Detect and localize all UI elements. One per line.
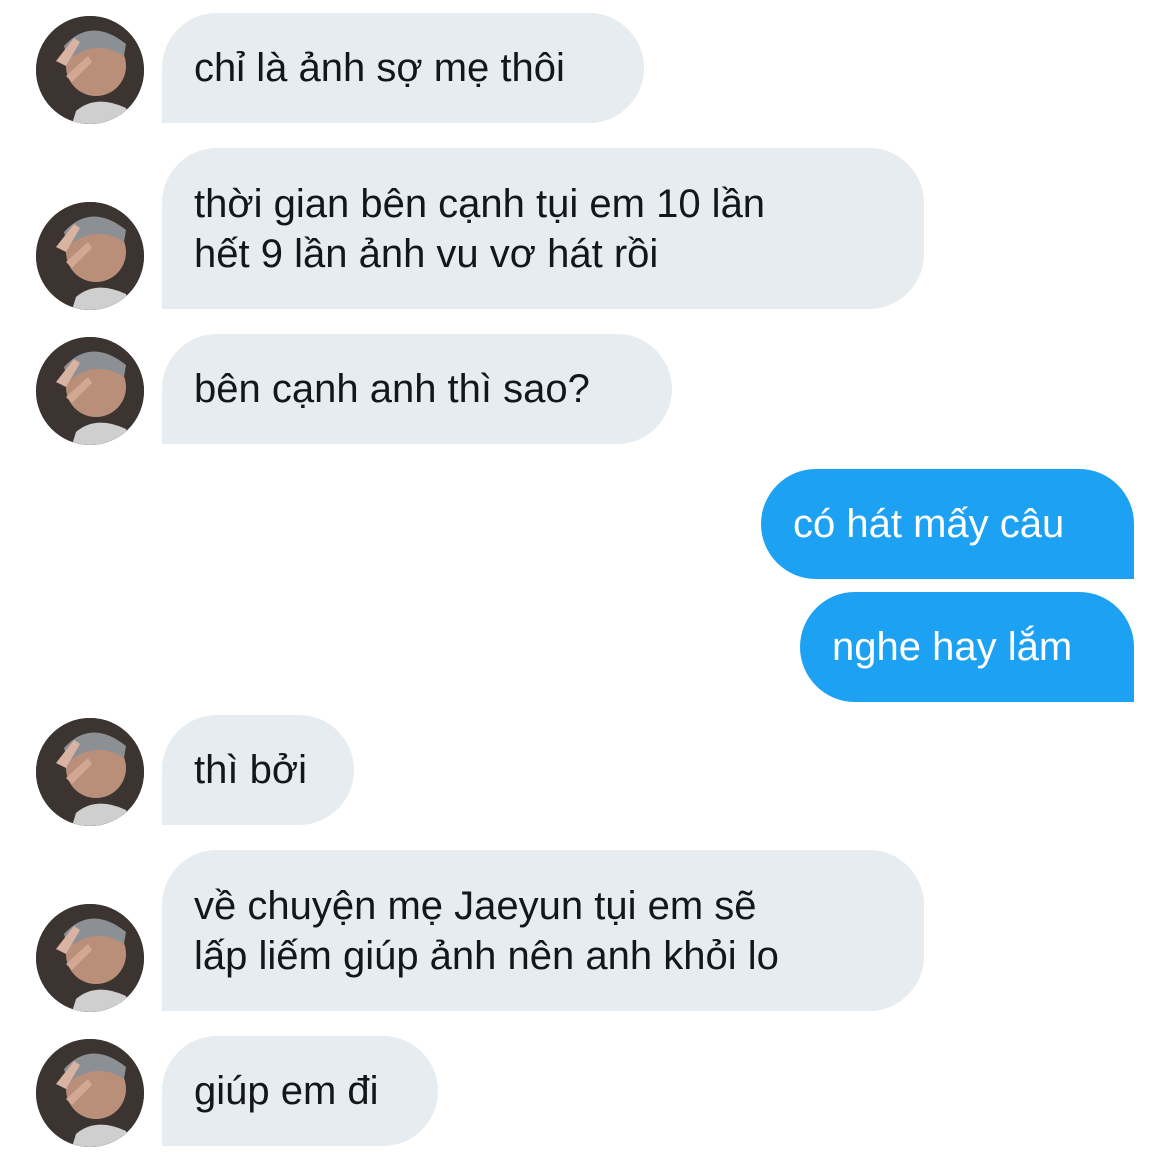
avatar-photo-icon	[36, 1039, 144, 1147]
message-text: bên cạnh anh thì sao?	[194, 367, 590, 411]
message-text: giúp em đi	[194, 1069, 379, 1113]
avatar-photo-icon	[36, 718, 144, 826]
message-text: chỉ là ảnh sợ mẹ thôi	[194, 46, 565, 90]
avatar[interactable]	[36, 718, 144, 826]
message-text: hết 9 lần ảnh vu vơ hát rồi	[194, 231, 659, 276]
avatar[interactable]	[36, 337, 144, 445]
avatar-photo-icon	[36, 904, 144, 1012]
avatar-photo-icon	[36, 16, 144, 124]
message-bubble-incoming[interactable]: thì bởi	[162, 715, 354, 825]
avatar-photo-icon	[36, 337, 144, 445]
message-text: thì bởi	[194, 748, 307, 792]
message-text: nghe hay lắm	[832, 625, 1073, 669]
message-bubble-outgoing[interactable]: nghe hay lắm	[800, 592, 1134, 702]
avatar-photo-icon	[36, 202, 144, 310]
message-text: về chuyện mẹ Jaeyun tụi em sẽ	[194, 883, 757, 928]
message-bubble-incoming[interactable]: bên cạnh anh thì sao?	[162, 334, 672, 444]
message-text: có hát mấy câu	[793, 502, 1065, 546]
avatar[interactable]	[36, 16, 144, 124]
avatar[interactable]	[36, 904, 144, 1012]
message-bubble-incoming[interactable]: về chuyện mẹ Jaeyun tụi em sẽ lấp liếm g…	[162, 850, 924, 1011]
message-text: lấp liếm giúp ảnh nên anh khỏi lo	[194, 933, 779, 978]
message-bubble-outgoing[interactable]: có hát mấy câu	[761, 469, 1134, 579]
avatar[interactable]	[36, 202, 144, 310]
avatar[interactable]	[36, 1039, 144, 1147]
message-text: thời gian bên cạnh tụi em 10 lần	[194, 181, 766, 226]
message-bubble-incoming[interactable]: giúp em đi	[162, 1036, 438, 1146]
message-bubble-incoming[interactable]: chỉ là ảnh sợ mẹ thôi	[162, 13, 644, 123]
message-bubble-incoming[interactable]: thời gian bên cạnh tụi em 10 lần hết 9 l…	[162, 148, 924, 309]
